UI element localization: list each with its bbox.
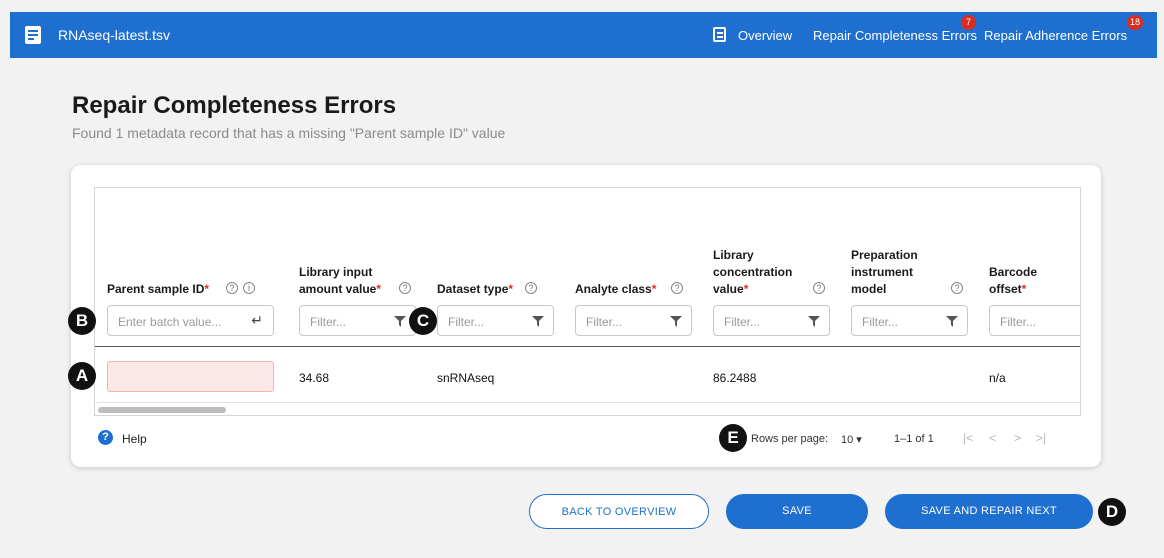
- library-input-amount-cell: 34.68: [299, 371, 330, 385]
- nav-repair-completeness[interactable]: Repair Completeness Errors: [813, 28, 977, 43]
- grid-header: Parent sample ID* ? i Enter batch value.…: [95, 188, 1080, 347]
- page-subtitle: Found 1 metadata record that has a missi…: [72, 125, 506, 141]
- column-header-preparation-instrument-model[interactable]: Preparation instrument model: [851, 247, 941, 298]
- previous-page-icon[interactable]: <: [989, 431, 996, 445]
- nav-overview[interactable]: Overview: [738, 28, 792, 43]
- library-concentration-cell: 86.2488: [713, 371, 757, 385]
- save-and-repair-next-button[interactable]: SAVE AND REPAIR NEXT: [885, 494, 1093, 529]
- rows-per-page-select[interactable]: 10 ▾: [841, 433, 862, 446]
- help-circle-icon[interactable]: ?: [98, 430, 113, 445]
- document-icon: [25, 26, 41, 44]
- filter-icon[interactable]: [670, 316, 682, 327]
- help-icon[interactable]: ?: [671, 282, 683, 294]
- filter-icon[interactable]: [808, 316, 820, 327]
- repair-card: Parent sample ID* ? i Enter batch value.…: [71, 165, 1101, 467]
- save-button[interactable]: SAVE: [726, 494, 868, 529]
- callout-d: D: [1098, 498, 1126, 526]
- first-page-icon[interactable]: |<: [963, 431, 973, 445]
- enter-icon[interactable]: ↵: [251, 312, 263, 329]
- filter-icon[interactable]: [946, 316, 958, 327]
- filter-input[interactable]: Filter...: [851, 305, 968, 336]
- filter-input[interactable]: Filter...: [989, 305, 1080, 336]
- help-icon[interactable]: ?: [525, 282, 537, 294]
- help-link[interactable]: Help: [122, 432, 147, 446]
- table-row: 34.68 snRNAseq 86.2488 n/a: [95, 349, 1080, 403]
- filter-input[interactable]: Filter...: [299, 305, 416, 336]
- note-add-icon[interactable]: [713, 27, 726, 42]
- column-header-dataset-type[interactable]: Dataset type*: [437, 281, 513, 298]
- help-icon[interactable]: ?: [813, 282, 825, 294]
- filter-icon[interactable]: [532, 316, 544, 327]
- info-icon[interactable]: i: [243, 282, 255, 294]
- help-icon[interactable]: ?: [399, 282, 411, 294]
- filter-input[interactable]: Filter...: [437, 305, 554, 336]
- parent-sample-id-cell[interactable]: [107, 361, 274, 392]
- data-grid: Parent sample ID* ? i Enter batch value.…: [94, 187, 1081, 416]
- nav-repair-adherence[interactable]: Repair Adherence Errors: [984, 28, 1127, 43]
- callout-a: A: [68, 362, 96, 390]
- callout-b: B: [68, 307, 96, 335]
- column-header-library-concentration[interactable]: Library concentration value*: [713, 247, 813, 298]
- horizontal-scrollbar[interactable]: [98, 407, 226, 413]
- batch-value-input[interactable]: Enter batch value... ↵: [107, 305, 274, 336]
- adherence-error-badge: 18: [1127, 15, 1144, 30]
- callout-e: E: [719, 424, 747, 452]
- filter-icon[interactable]: [394, 316, 406, 327]
- column-header-barcode-offset[interactable]: Barcode offset*: [989, 264, 1059, 298]
- help-icon[interactable]: ?: [951, 282, 963, 294]
- last-page-icon[interactable]: >|: [1036, 431, 1046, 445]
- column-header-library-input-amount[interactable]: Library input amount value*: [299, 264, 409, 298]
- rows-per-page-label: Rows per page:: [751, 433, 829, 445]
- help-icon[interactable]: ?: [226, 282, 238, 294]
- pagination-range: 1–1 of 1: [894, 433, 934, 445]
- completeness-error-badge: 7: [961, 15, 976, 30]
- file-name: RNAseq-latest.tsv: [58, 27, 171, 43]
- column-header-parent-sample-id[interactable]: Parent sample ID*: [107, 281, 209, 298]
- callout-c: C: [409, 307, 437, 335]
- back-to-overview-button[interactable]: BACK TO OVERVIEW: [529, 494, 709, 529]
- filter-input[interactable]: Filter...: [713, 305, 830, 336]
- next-page-icon[interactable]: >: [1014, 431, 1021, 445]
- barcode-offset-cell: n/a: [989, 371, 1006, 385]
- dataset-type-cell: snRNAseq: [437, 371, 495, 385]
- app-header: RNAseq-latest.tsv Overview Repair Comple…: [10, 12, 1157, 58]
- column-header-analyte-class[interactable]: Analyte class*: [575, 281, 656, 298]
- page-title: Repair Completeness Errors: [72, 92, 397, 119]
- filter-input[interactable]: Filter...: [575, 305, 692, 336]
